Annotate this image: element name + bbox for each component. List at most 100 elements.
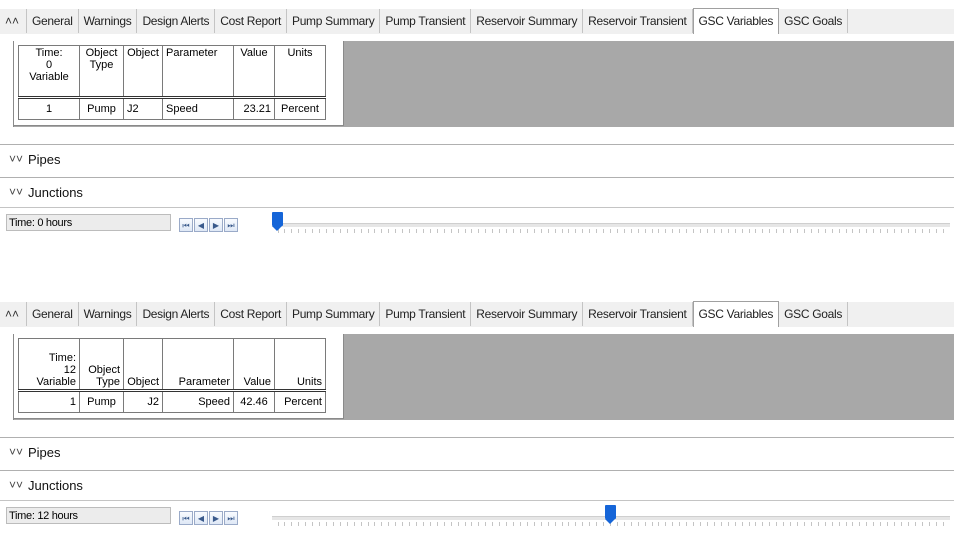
- cell-parameter[interactable]: Speed: [162, 97, 234, 120]
- chevron-up-icon[interactable]: ˄˄: [4, 306, 20, 322]
- tab-pump-summary[interactable]: Pump Summary: [286, 302, 381, 326]
- tab-design-alerts[interactable]: Design Alerts: [137, 9, 216, 33]
- slider-tick: [589, 522, 590, 526]
- slider-thumb[interactable]: [605, 505, 616, 524]
- cell-object[interactable]: J2: [123, 390, 163, 413]
- chevron-down-icon[interactable]: ˅˅: [9, 478, 23, 492]
- pipes-section-header[interactable]: ˅˅ Pipes: [0, 437, 954, 466]
- header-object[interactable]: Object: [123, 338, 163, 392]
- table-row[interactable]: 1 Pump J2 Speed 42.46 Percent: [18, 390, 326, 413]
- slider-tick: [804, 522, 805, 526]
- tab-warnings[interactable]: Warnings: [78, 9, 138, 33]
- time-slider[interactable]: [272, 212, 950, 234]
- tab-general[interactable]: General: [26, 302, 79, 326]
- cell-value[interactable]: 42.46: [233, 390, 275, 413]
- slider-tick: [866, 522, 867, 526]
- tab-gsc-goals[interactable]: GSC Goals: [779, 302, 849, 326]
- slider-tick: [714, 229, 715, 233]
- tab-pump-transient[interactable]: Pump Transient: [380, 302, 472, 326]
- cell-units[interactable]: Percent: [274, 390, 326, 413]
- junctions-section-header[interactable]: ˅˅ Junctions: [0, 470, 954, 499]
- header-value[interactable]: Value: [233, 45, 275, 99]
- next-step-icon[interactable]: ▶: [209, 218, 223, 232]
- slider-tick: [825, 229, 826, 233]
- first-step-icon[interactable]: ⏮: [179, 511, 193, 525]
- tab-pump-summary[interactable]: Pump Summary: [286, 9, 381, 33]
- tab-reservoir-summary[interactable]: Reservoir Summary: [471, 302, 584, 326]
- slider-tick: [735, 229, 736, 233]
- first-step-icon[interactable]: ⏮: [179, 218, 193, 232]
- cell-variable[interactable]: 1: [18, 97, 80, 120]
- time-readout: Time: 12 hours: [6, 507, 171, 524]
- header-parameter[interactable]: Parameter: [162, 338, 234, 392]
- table-header-row: Time: 0 Variable Object Type Object Parame…: [18, 45, 326, 99]
- last-step-icon[interactable]: ⏭: [224, 511, 238, 525]
- header-variable[interactable]: Time: 0 Variable: [18, 45, 80, 99]
- slider-tick: [797, 522, 798, 526]
- slider-tick: [783, 229, 784, 233]
- last-step-icon[interactable]: ⏭: [224, 218, 238, 232]
- junctions-section-header[interactable]: ˅˅ Junctions: [0, 177, 954, 206]
- slider-tick: [790, 522, 791, 526]
- slider-tick: [596, 229, 597, 233]
- cell-variable[interactable]: 1: [18, 390, 80, 413]
- slider-tick: [825, 522, 826, 526]
- tab-reservoir-summary[interactable]: Reservoir Summary: [471, 9, 584, 33]
- header-units[interactable]: Units: [274, 45, 326, 99]
- tab-pump-transient[interactable]: Pump Transient: [380, 9, 472, 33]
- chevron-down-icon[interactable]: ˅˅: [9, 152, 23, 166]
- next-step-icon[interactable]: ▶: [209, 511, 223, 525]
- slider-tick: [444, 229, 445, 233]
- slider-tick: [541, 522, 542, 526]
- cell-value[interactable]: 23.21: [233, 97, 275, 120]
- slider-tick: [278, 522, 279, 526]
- slider-tick: [416, 229, 417, 233]
- slider-tick: [665, 229, 666, 233]
- slider-tick: [430, 229, 431, 233]
- slider-thumb[interactable]: [272, 212, 283, 231]
- slider-tick: [506, 229, 507, 233]
- header-variable[interactable]: Time: 12 Variable: [18, 338, 80, 392]
- header-object-type[interactable]: Object Type: [79, 45, 124, 99]
- tab-gsc-variables[interactable]: GSC Variables: [692, 8, 780, 34]
- tab-reservoir-transient[interactable]: Reservoir Transient: [583, 302, 693, 326]
- chevron-down-icon[interactable]: ˅˅: [9, 445, 23, 459]
- tab-cost-report[interactable]: Cost Report: [215, 9, 287, 33]
- table-row[interactable]: 1 Pump J2 Speed 23.21 Percent: [18, 97, 326, 120]
- chevron-down-icon[interactable]: ˅˅: [9, 185, 23, 199]
- header-units[interactable]: Units: [274, 338, 326, 392]
- header-value[interactable]: Value: [233, 338, 275, 392]
- chevron-up-icon[interactable]: ˄˄: [4, 13, 20, 29]
- pipes-section-header[interactable]: ˅˅ Pipes: [0, 144, 954, 173]
- cell-units[interactable]: Percent: [274, 97, 326, 120]
- cell-object-type[interactable]: Pump: [79, 390, 124, 413]
- tab-warnings[interactable]: Warnings: [78, 302, 138, 326]
- tab-general[interactable]: General: [26, 9, 79, 33]
- slider-tick: [589, 229, 590, 233]
- previous-step-icon[interactable]: ◀: [194, 511, 208, 525]
- time-slider[interactable]: [272, 505, 950, 527]
- cell-parameter[interactable]: Speed: [162, 390, 234, 413]
- slider-track[interactable]: [272, 223, 950, 227]
- tab-gsc-variables[interactable]: GSC Variables: [692, 301, 780, 327]
- cell-object-type[interactable]: Pump: [79, 97, 124, 120]
- slider-tick: [915, 522, 916, 526]
- header-object-type[interactable]: Object Type: [79, 338, 124, 392]
- slider-tick: [638, 229, 639, 233]
- header-parameter[interactable]: Parameter: [162, 45, 234, 99]
- tab-design-alerts[interactable]: Design Alerts: [137, 302, 216, 326]
- slider-tick: [936, 229, 937, 233]
- slider-tick: [381, 229, 382, 233]
- cell-object[interactable]: J2: [123, 97, 163, 120]
- slider-tick: [596, 522, 597, 526]
- slider-tick: [735, 522, 736, 526]
- slider-tick: [929, 522, 930, 526]
- previous-step-icon[interactable]: ◀: [194, 218, 208, 232]
- slider-tick: [859, 522, 860, 526]
- time-readout: Time: 0 hours: [6, 214, 171, 231]
- tab-gsc-goals[interactable]: GSC Goals: [779, 9, 849, 33]
- header-object[interactable]: Object: [123, 45, 163, 99]
- tab-cost-report[interactable]: Cost Report: [215, 302, 287, 326]
- slider-tick: [555, 229, 556, 233]
- tab-reservoir-transient[interactable]: Reservoir Transient: [583, 9, 693, 33]
